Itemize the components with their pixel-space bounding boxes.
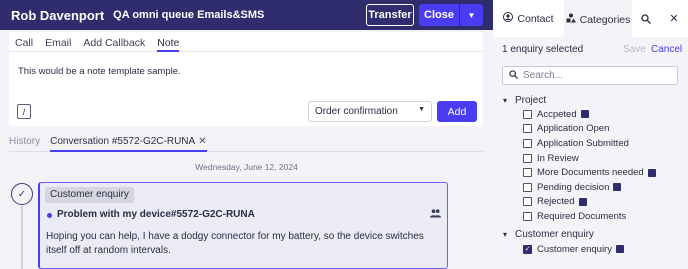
search-icon — [509, 70, 518, 82]
conversation-tabs: History Conversation #5572-G2C-RUNA ✕ — [9, 136, 483, 152]
category-label: Application Submitted — [537, 137, 629, 149]
tab-add-callback[interactable]: Add Callback — [83, 32, 145, 52]
category-item[interactable]: Required Documents — [523, 209, 688, 224]
category-item[interactable]: Rejected — [523, 195, 688, 210]
tab-call[interactable]: Call — [15, 32, 33, 52]
tab-history[interactable]: History — [9, 136, 40, 151]
tab-note[interactable]: Note — [157, 32, 180, 52]
composer-tabs: Call Email Add Callback Note — [9, 32, 483, 52]
category-label: Application Open — [537, 123, 610, 135]
checkbox[interactable] — [523, 211, 532, 221]
unread-dot-icon — [47, 213, 52, 218]
note-icon — [613, 183, 622, 192]
category-label: Customer enquiry — [537, 243, 612, 255]
right-panel-tabs: Contact Categories ✕ — [493, 0, 688, 37]
save-button[interactable]: Save — [623, 44, 646, 55]
date-separator: Wednesday, June 12, 2024 — [195, 162, 298, 172]
checkbox[interactable] — [523, 138, 532, 148]
template-select-value: Order confirmation — [315, 106, 398, 117]
category-label: Required Documents — [537, 210, 627, 222]
group-customer-enquiry[interactable]: ▾ Customer enquiry — [503, 228, 688, 242]
chevron-down-icon: ▼ — [467, 10, 476, 20]
category-search-input[interactable]: Search... — [502, 66, 678, 85]
checkbox[interactable] — [523, 124, 532, 134]
collapse-icon: ▾ — [503, 230, 508, 240]
note-composer: Call Email Add Callback Note This would … — [9, 32, 483, 126]
timeline-line — [21, 206, 23, 269]
close-dropdown-button[interactable]: ▼ — [460, 4, 483, 26]
category-item[interactable]: Application Open — [523, 122, 688, 137]
caret-down-icon: ▼ — [418, 106, 425, 113]
checkbox[interactable] — [523, 109, 532, 119]
close-tab-icon[interactable]: ✕ — [198, 136, 206, 147]
checkbox[interactable] — [523, 153, 532, 163]
tab-conversation-label: Conversation #5572-G2C-RUNA — [50, 136, 196, 147]
tab-contact-label: Contact — [517, 12, 554, 25]
note-icon — [615, 245, 624, 254]
enquiry-card[interactable]: Customer enquiry Problem with my device#… — [38, 182, 448, 269]
close-icon[interactable]: ✕ — [660, 0, 688, 37]
group-label: Project — [515, 94, 547, 106]
group-label: Customer enquiry — [515, 229, 594, 241]
checkbox-checked[interactable]: ✓ — [523, 244, 532, 254]
enquiry-body: Hoping you can help, I have a dodgy conn… — [46, 231, 424, 256]
category-label: In Review — [537, 152, 579, 164]
note-icon — [578, 197, 587, 206]
note-icon — [647, 168, 656, 177]
tab-email[interactable]: Email — [45, 32, 71, 52]
queue-name: QA omni queue Emails&SMS — [113, 9, 265, 21]
enquiry-title: Problem with my device#5572-G2C-RUNA — [57, 209, 255, 220]
note-text-area[interactable]: This would be a note template sample. — [18, 66, 181, 77]
category-item[interactable]: Accpeted — [523, 107, 688, 122]
category-label: Rejected — [537, 196, 575, 208]
checkbox[interactable] — [523, 182, 532, 192]
header-bar: Rob Davenport QA omni queue Emails&SMS T… — [0, 0, 493, 30]
category-item[interactable]: In Review — [523, 151, 688, 166]
cancel-button[interactable]: Cancel — [651, 44, 682, 55]
note-icon — [580, 110, 589, 119]
check-icon[interactable]: ✓ — [11, 183, 33, 205]
group-project[interactable]: ▾ Project — [503, 93, 688, 107]
category-badge: Customer enquiry — [45, 187, 134, 203]
template-select[interactable]: Order confirmation ▼ — [308, 101, 432, 122]
tab-categories[interactable]: Categories — [564, 0, 632, 37]
main-panel: Call Email Add Callback Note This would … — [0, 30, 493, 269]
category-item[interactable]: Pending decision — [523, 180, 688, 195]
collapse-icon: ▾ — [503, 95, 508, 105]
add-note-button[interactable]: Add — [437, 101, 477, 122]
category-label: More Documents needed — [537, 167, 644, 179]
search-placeholder: Search... — [523, 70, 564, 81]
category-label: Accpeted — [537, 108, 577, 120]
slash-command-button[interactable]: / — [17, 104, 31, 119]
checkbox[interactable] — [523, 197, 532, 207]
category-item[interactable]: Application Submitted — [523, 136, 688, 151]
tab-contact[interactable]: Contact — [493, 0, 564, 37]
people-icon[interactable] — [430, 209, 441, 221]
categories-icon — [566, 13, 576, 26]
checkbox[interactable] — [523, 168, 532, 178]
close-button[interactable]: Close — [419, 4, 459, 26]
category-tree: ▾ Project Accpeted Application Open Appl… — [493, 90, 688, 256]
tab-categories-label: Categories — [579, 13, 631, 26]
transfer-button[interactable]: Transfer — [366, 4, 414, 26]
right-panel: Contact Categories ✕ 1 enquiry selected … — [493, 0, 688, 269]
person-icon — [503, 12, 514, 25]
agent-name: Rob Davenport — [11, 7, 105, 23]
search-icon[interactable] — [632, 0, 660, 37]
category-label: Pending decision — [537, 181, 610, 193]
tab-conversation[interactable]: Conversation #5572-G2C-RUNA ✕ — [50, 136, 207, 152]
category-item[interactable]: ✓ Customer enquiry — [523, 242, 688, 257]
category-item[interactable]: More Documents needed — [523, 165, 688, 180]
